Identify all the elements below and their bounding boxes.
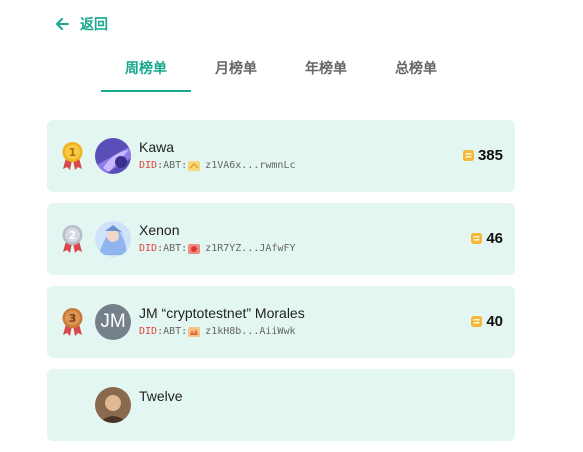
user-did: DID:ABT: z1kH8b...AiiWwk — [139, 326, 296, 337]
did-avatar-icon — [188, 160, 201, 171]
leaderboard-list: 1 Kawa DID:ABT: z1VA6x...rwmnLc 385 2 X… — [47, 120, 515, 452]
tab-weekly[interactable]: 周榜单 — [101, 56, 191, 92]
leaderboard-row[interactable]: 1 Kawa DID:ABT: z1VA6x...rwmnLc 385 — [47, 120, 515, 192]
bronze-medal-icon: 3 — [62, 308, 83, 336]
avatar: JM — [95, 304, 131, 340]
arrow-left-icon — [56, 18, 69, 30]
user-did: DID:ABT: z1R7YZ...JAfwFY — [139, 243, 296, 254]
svg-text:3: 3 — [69, 312, 77, 325]
user-name: Twelve — [139, 388, 183, 404]
user-name: Xenon — [139, 222, 180, 238]
score: 46 — [471, 230, 503, 247]
avatar — [95, 138, 131, 174]
score: 40 — [471, 313, 503, 330]
user-name: JM “cryptotestnet” Morales — [139, 305, 305, 321]
tab-overall[interactable]: 总榜单 — [371, 56, 461, 92]
gold-medal-icon: 1 — [62, 142, 83, 170]
coin-icon — [462, 150, 474, 161]
coin-icon — [471, 233, 483, 244]
svg-text:1: 1 — [69, 146, 77, 159]
leaderboard-row[interactable]: Twelve — [47, 369, 515, 441]
leaderboard-tabs: 周榜单 月榜单 年榜单 总榜单 — [101, 56, 461, 92]
user-name: Kawa — [139, 139, 175, 155]
user-did: DID:ABT: z1VA6x...rwmnLc — [139, 160, 296, 171]
tab-monthly[interactable]: 月榜单 — [191, 56, 281, 92]
tab-yearly[interactable]: 年榜单 — [281, 56, 371, 92]
leaderboard-row[interactable]: 2 Xenon DID:ABT: z1R7YZ...JAfwFY 46 — [47, 203, 515, 275]
back-button[interactable]: 返回 — [54, 14, 108, 34]
avatar — [95, 387, 131, 423]
svg-text:2: 2 — [69, 229, 77, 242]
leaderboard-row[interactable]: 3 JM JM “cryptotestnet” Morales DID:ABT:… — [47, 286, 515, 358]
did-avatar-icon — [188, 326, 201, 337]
coin-icon — [471, 316, 483, 327]
silver-medal-icon: 2 — [62, 225, 83, 253]
did-avatar-icon — [188, 243, 201, 254]
score: 385 — [462, 147, 503, 164]
avatar — [95, 221, 131, 257]
back-label: 返回 — [80, 16, 108, 32]
